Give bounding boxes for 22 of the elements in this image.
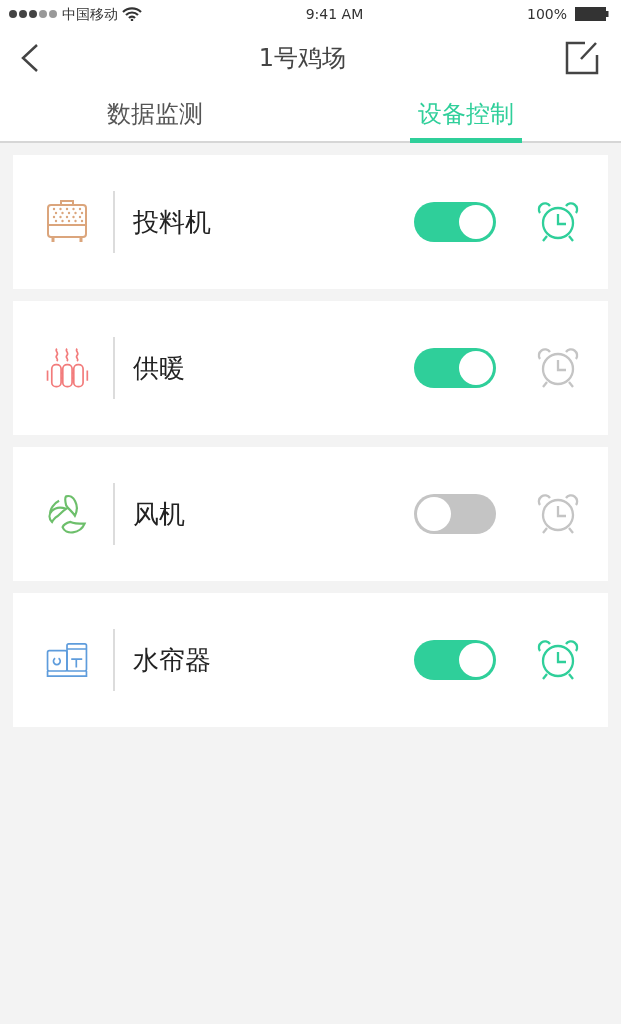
tab[interactable]: 数据监测 xyxy=(99,88,212,143)
device-name: 投料机 xyxy=(133,205,212,239)
carrier-name: 中国移动 xyxy=(62,4,118,24)
toggle-switch[interactable] xyxy=(414,640,496,680)
page-title: 1号鸡场 xyxy=(258,43,347,74)
device-name: 供暖 xyxy=(133,351,186,385)
wifi-icon xyxy=(122,7,142,21)
toggle-switch[interactable] xyxy=(414,202,496,242)
battery-percent: 100% xyxy=(526,4,567,24)
alarm-clock-icon[interactable] xyxy=(536,201,580,243)
alarm-clock-icon[interactable] xyxy=(536,493,580,535)
toggle-switch[interactable] xyxy=(414,348,496,388)
alarm-clock-icon[interactable] xyxy=(536,347,580,389)
device-name: 风机 xyxy=(133,497,186,531)
back-icon[interactable] xyxy=(20,43,40,73)
edit-icon[interactable] xyxy=(565,41,599,75)
alarm-clock-icon[interactable] xyxy=(536,639,580,681)
signal-icon xyxy=(8,9,58,19)
clock-time: 9:41 AM xyxy=(304,4,365,24)
device-name: 水帘器 xyxy=(133,643,212,677)
battery-icon xyxy=(575,6,609,22)
toggle-switch[interactable] xyxy=(414,494,496,534)
